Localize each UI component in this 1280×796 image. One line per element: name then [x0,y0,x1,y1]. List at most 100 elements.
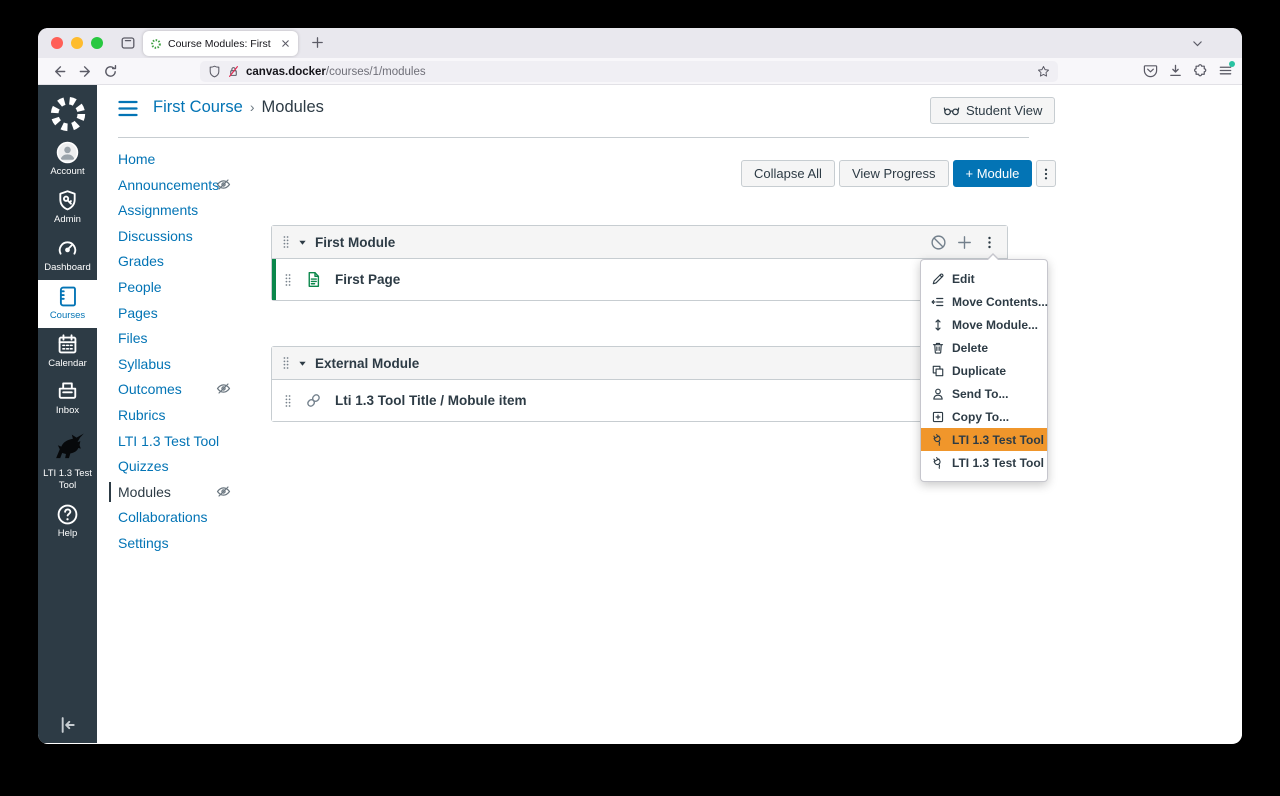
course-nav-link-rubrics[interactable]: Rubrics [118,407,165,423]
module-kebab-icon[interactable] [982,235,997,250]
course-nav-item-rubrics: Rubrics [118,407,283,433]
course-nav-item-pages: Pages [118,305,283,331]
download-icon[interactable] [1168,63,1183,78]
bookmark-star-icon[interactable] [1037,65,1050,78]
context-menu-item-send-to-5[interactable]: Send To... [921,382,1047,405]
course-nav-link-files[interactable]: Files [118,330,148,346]
drag-handle-icon[interactable] [284,394,292,408]
move-contents-icon [931,295,945,309]
context-menu-label: LTI 1.3 Test Tool [952,455,1045,470]
course-nav-item-collaborations: Collaborations [118,509,283,535]
drag-handle-icon[interactable] [282,356,290,370]
drag-handle-icon[interactable] [282,235,290,249]
forward-icon[interactable] [78,64,93,79]
browser-tab[interactable]: Course Modules: First Course [143,31,298,56]
context-menu-item-lti-1-3-test-tool-7[interactable]: LTI 1.3 Test Tool [921,428,1047,451]
global-nav-label: Dashboard [44,261,91,273]
url-host: canvas.docker [246,65,326,78]
copy-plus-icon [931,410,945,424]
global-nav-item-account[interactable]: Account [38,136,97,184]
course-nav-link-grades[interactable]: Grades [118,253,164,269]
page-icon [305,271,322,288]
course-nav-item-assignments: Assignments [118,202,283,228]
extensions-puzzle-icon[interactable] [1193,63,1208,78]
breadcrumb-separator: › [249,99,255,115]
collapse-sidebar-icon[interactable] [38,714,97,736]
course-nav-link-outcomes[interactable]: Outcomes [118,381,182,397]
global-nav-item-help[interactable]: Help [38,498,97,546]
course-nav-link-pages[interactable]: Pages [118,305,158,321]
module-item-title: First Page [335,272,401,287]
list-tabs-chevron-icon[interactable] [1191,37,1204,50]
course-nav-link-lti-1-3-test-tool[interactable]: LTI 1.3 Test Tool [118,433,219,449]
module-item-title: Lti 1.3 Tool Title / Mobule item [335,393,527,408]
global-nav-item-courses[interactable]: Courses [38,279,97,328]
modules-kebab-button[interactable] [1036,160,1057,187]
module-title: External Module [315,355,420,371]
view-progress-button[interactable]: View Progress [838,160,949,187]
url-bar[interactable]: canvas.docker/courses/1/modules [200,61,1058,82]
course-nav-link-settings[interactable]: Settings [118,535,169,551]
course-nav-link-discussions[interactable]: Discussions [118,228,193,244]
course-nav-item-people: People [118,279,283,305]
modules-toolbar: Collapse All View Progress + Module [741,160,1057,187]
context-menu-label: LTI 1.3 Test Tool [952,432,1045,447]
canvas-logo-icon[interactable] [48,94,88,134]
course-nav-link-modules[interactable]: Modules [118,484,171,500]
module-box-first-module: First Module First Page [271,225,1008,301]
context-menu-item-copy-to-6[interactable]: Copy To... [921,405,1047,428]
collapse-all-button[interactable]: Collapse All [741,160,835,187]
kebab-icon [1039,167,1053,181]
course-nav-item-announcements: Announcements [118,177,283,203]
context-menu-item-edit-0[interactable]: Edit [921,267,1047,290]
close-window-button[interactable] [51,37,63,49]
course-nav-link-people[interactable]: People [118,279,162,295]
breadcrumb-current-page: Modules [261,98,324,116]
course-nav-link-syllabus[interactable]: Syllabus [118,356,171,372]
module-item-row[interactable]: First Page [272,259,1007,300]
hidden-from-students-icon [216,381,231,396]
tracking-shield-icon[interactable] [208,65,221,78]
expand-caret-icon[interactable] [298,238,307,247]
course-nav-link-home[interactable]: Home [118,151,155,167]
new-tab-button[interactable] [310,35,325,50]
insecure-lock-icon[interactable] [227,65,240,78]
tab-close-icon[interactable] [280,38,291,49]
pocket-icon[interactable] [1143,63,1158,78]
add-item-icon[interactable] [956,234,973,251]
global-nav-item-inbox[interactable]: Inbox [38,375,97,423]
drag-handle-icon[interactable] [284,273,292,287]
breadcrumb-course-link[interactable]: First Course [153,98,243,116]
context-menu-label: Delete [952,340,989,355]
course-menu-hamburger-icon[interactable] [118,100,138,117]
global-nav-item-dashboard[interactable]: Dashboard [38,232,97,280]
reload-icon[interactable] [103,64,118,79]
context-menu-item-move-module-2[interactable]: Move Module... [921,313,1047,336]
module-box-external-module: External Module Lti 1.3 Tool Title / Mobu… [271,346,1008,422]
context-menu-item-move-contents-1[interactable]: Move Contents... [921,290,1048,313]
minimize-window-button[interactable] [71,37,83,49]
context-menu-item-lti-1-3-test-tool-8[interactable]: LTI 1.3 Test Tool [921,451,1047,474]
zoom-window-button[interactable] [91,37,103,49]
tab-title: Course Modules: First Course [168,37,274,50]
context-menu-item-duplicate-4[interactable]: Duplicate [921,359,1047,382]
global-nav-item-admin[interactable]: Admin [38,184,97,232]
course-nav-link-assignments[interactable]: Assignments [118,202,198,218]
module-item-row[interactable]: Lti 1.3 Tool Title / Mobule item [272,380,1007,421]
expand-caret-icon[interactable] [298,359,307,368]
student-view-button[interactable]: Student View [930,97,1056,124]
course-nav-link-quizzes[interactable]: Quizzes [118,458,169,474]
context-menu-item-delete-3[interactable]: Delete [921,336,1047,359]
firefox-view-icon[interactable] [120,35,136,51]
course-nav-link-collaborations[interactable]: Collaborations [118,509,208,525]
url-path: /courses/1/modules [325,65,426,78]
unpublished-ban-icon[interactable] [930,234,947,251]
add-module-button[interactable]: + Module [952,160,1033,187]
global-nav-item-calendar[interactable]: Calendar [38,328,97,376]
app-menu-hamburger-icon[interactable] [1218,61,1235,78]
move-vertical-icon [931,318,945,332]
course-nav-link-announcements[interactable]: Announcements [118,177,219,193]
unicorn-icon [48,428,88,466]
global-nav-item-lti-1-3-test-tool[interactable]: LTI 1.3 Test Tool [38,423,97,498]
back-icon[interactable] [52,64,67,79]
